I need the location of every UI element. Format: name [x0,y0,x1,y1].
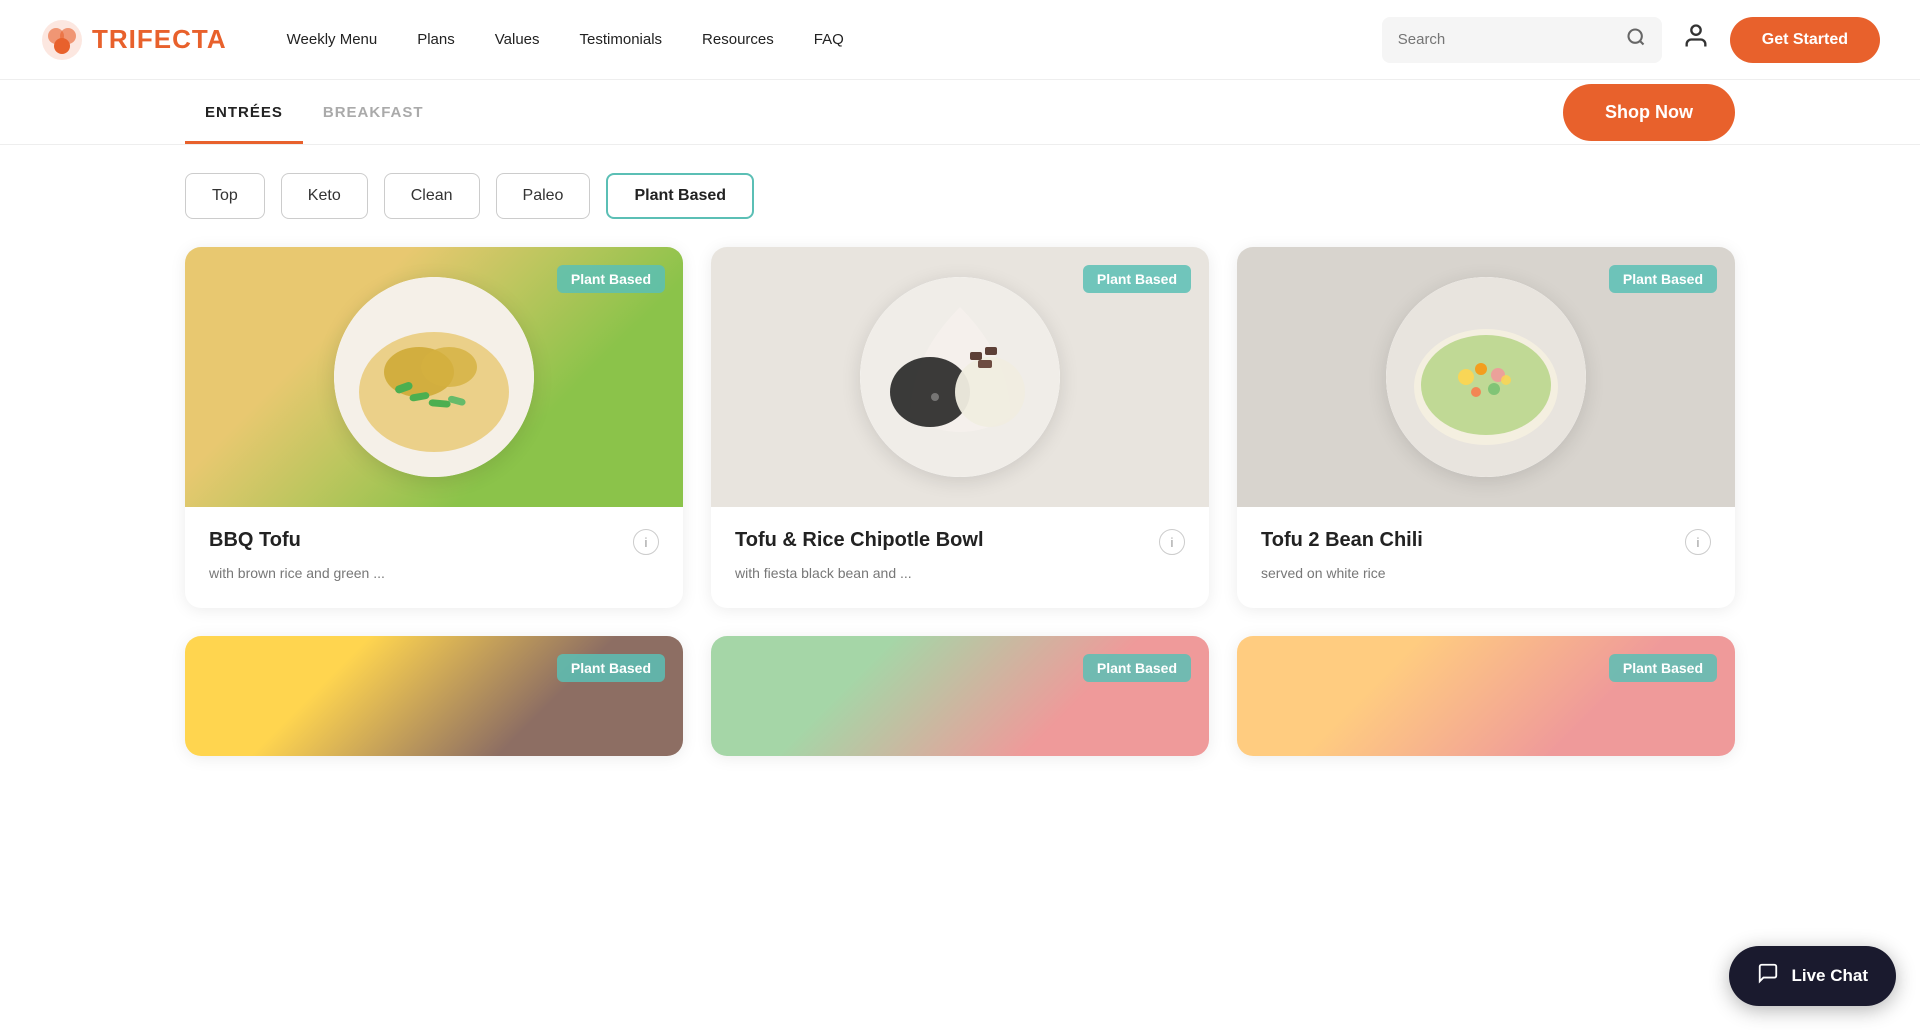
tabs-section: ENTRÉES BREAKFAST Shop Now [0,80,1920,145]
logo-link[interactable]: TRIFECTA [40,18,227,62]
tab-breakfast[interactable]: BREAKFAST [303,80,444,144]
card-image-wrapper: Plant Based [711,247,1209,507]
search-icon [1626,27,1646,47]
plate-illustration [334,277,534,477]
live-chat-label: Live Chat [1791,966,1868,986]
card-title-row: BBQ Tofu i [209,527,659,555]
card-tofu-bean-chili[interactable]: Plant Based Tofu 2 Bean Chili i served o… [1237,247,1735,608]
search-bar [1382,17,1662,63]
navbar: TRIFECTA Weekly Menu Plans Values Testim… [0,0,1920,80]
user-icon [1682,22,1710,50]
filter-clean[interactable]: Clean [384,173,480,219]
nav-faq[interactable]: FAQ [814,31,844,48]
plate-illustration [1386,277,1586,477]
info-icon[interactable]: i [1159,529,1185,555]
card-tofu-rice[interactable]: Plant Based Tofu & Rice Chipotle Bowl i … [711,247,1209,608]
card-image-wrapper: Plant Based [1237,247,1735,507]
filter-paleo[interactable]: Paleo [496,173,591,219]
plate [1386,277,1586,477]
bottom-cards-grid: Plant Based Plant Based Plant Based [0,636,1920,756]
card-body: BBQ Tofu i with brown rice and green ... [185,507,683,608]
card-title-row: Tofu 2 Bean Chili i [1261,527,1711,555]
card-title-row: Tofu & Rice Chipotle Bowl i [735,527,1185,555]
bottom-card-2[interactable]: Plant Based [711,636,1209,756]
card-image-wrapper: Plant Based [185,247,683,507]
card-body: Tofu & Rice Chipotle Bowl i with fiesta … [711,507,1209,608]
bottom-card-3[interactable]: Plant Based [1237,636,1735,756]
plate-illustration [860,277,1060,477]
nav-resources[interactable]: Resources [702,31,774,48]
nav-links: Weekly Menu Plans Values Testimonials Re… [287,31,1382,49]
card-description: with fiesta black bean and ... [735,563,1185,584]
nav-testimonials[interactable]: Testimonials [580,31,663,48]
card-title: BBQ Tofu [209,527,301,553]
search-button[interactable] [1626,27,1646,52]
filter-plant-based[interactable]: Plant Based [606,173,754,219]
plate [334,277,534,477]
nav-weekly-menu[interactable]: Weekly Menu [287,31,378,48]
nav-values[interactable]: Values [495,31,540,48]
card-badge: Plant Based [557,265,665,293]
plate [860,277,1060,477]
search-input[interactable] [1398,31,1626,48]
card-badge: Plant Based [1083,654,1191,682]
cards-grid: Plant Based BBQ Tofu i with brown rice a… [0,247,1920,608]
info-icon[interactable]: i [1685,529,1711,555]
shop-now-button[interactable]: Shop Now [1563,84,1735,141]
live-chat-widget[interactable]: Live Chat [1729,946,1896,1006]
card-title: Tofu 2 Bean Chili [1261,527,1423,553]
card-badge: Plant Based [1083,265,1191,293]
tabs: ENTRÉES BREAKFAST [185,80,444,144]
chat-icon [1757,962,1779,990]
info-icon[interactable]: i [633,529,659,555]
card-badge: Plant Based [1609,265,1717,293]
card-body: Tofu 2 Bean Chili i served on white rice [1237,507,1735,608]
user-account-button[interactable] [1682,22,1710,57]
get-started-button[interactable]: Get Started [1730,17,1880,63]
card-badge: Plant Based [1609,654,1717,682]
card-description: served on white rice [1261,563,1711,584]
filters-section: Top Keto Clean Paleo Plant Based [0,145,1920,247]
card-bbq-tofu[interactable]: Plant Based BBQ Tofu i with brown rice a… [185,247,683,608]
card-title: Tofu & Rice Chipotle Bowl [735,527,984,553]
filter-top[interactable]: Top [185,173,265,219]
nav-plans[interactable]: Plans [417,31,455,48]
logo-icon [40,18,84,62]
bottom-card-1[interactable]: Plant Based [185,636,683,756]
card-badge: Plant Based [557,654,665,682]
filter-keto[interactable]: Keto [281,173,368,219]
logo-text: TRIFECTA [92,24,227,55]
tab-entrees[interactable]: ENTRÉES [185,80,303,144]
card-description: with brown rice and green ... [209,563,659,584]
chat-bubble-icon [1757,962,1779,984]
